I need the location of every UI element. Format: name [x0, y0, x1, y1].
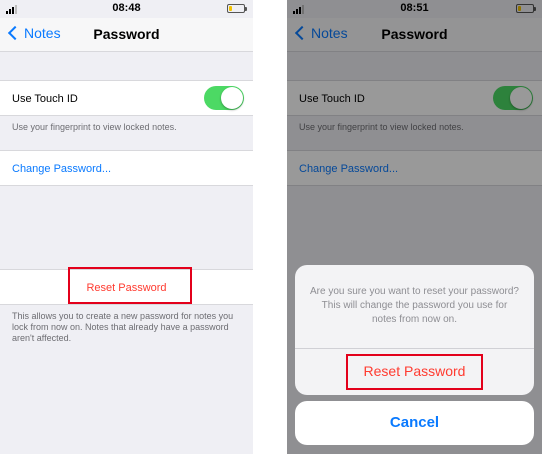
touch-id-toggle[interactable]: [204, 86, 244, 110]
left-phone-screen: 08:48 Notes Password Use Touch ID Use yo…: [0, 0, 253, 454]
status-bar: 08:48: [0, 0, 253, 18]
right-phone-screen: 08:51 Notes Password Use Touch ID Use yo…: [287, 0, 542, 454]
cancel-button[interactable]: Cancel: [295, 401, 534, 445]
page-title: Password: [93, 26, 160, 42]
touch-id-label: Use Touch ID: [12, 93, 78, 105]
action-sheet-message: Are you sure you want to reset your pass…: [310, 286, 519, 325]
reset-password-footnote: This allows you to create a new password…: [12, 311, 234, 343]
change-password-cell[interactable]: Change Password...: [0, 150, 253, 186]
navigation-bar: Notes Password: [0, 18, 253, 52]
touch-id-cell: Use Touch ID: [0, 80, 253, 116]
status-time: 08:48: [112, 2, 141, 14]
touch-id-footnote: Use your fingerprint to view locked note…: [12, 122, 177, 132]
reset-password-highlight: [346, 354, 483, 390]
toggle-knob: [221, 87, 243, 109]
reset-password-highlight: [68, 267, 192, 304]
cancel-button-label: Cancel: [389, 414, 440, 431]
change-password-link[interactable]: Change Password...: [12, 163, 111, 175]
battery-icon: [227, 4, 247, 13]
